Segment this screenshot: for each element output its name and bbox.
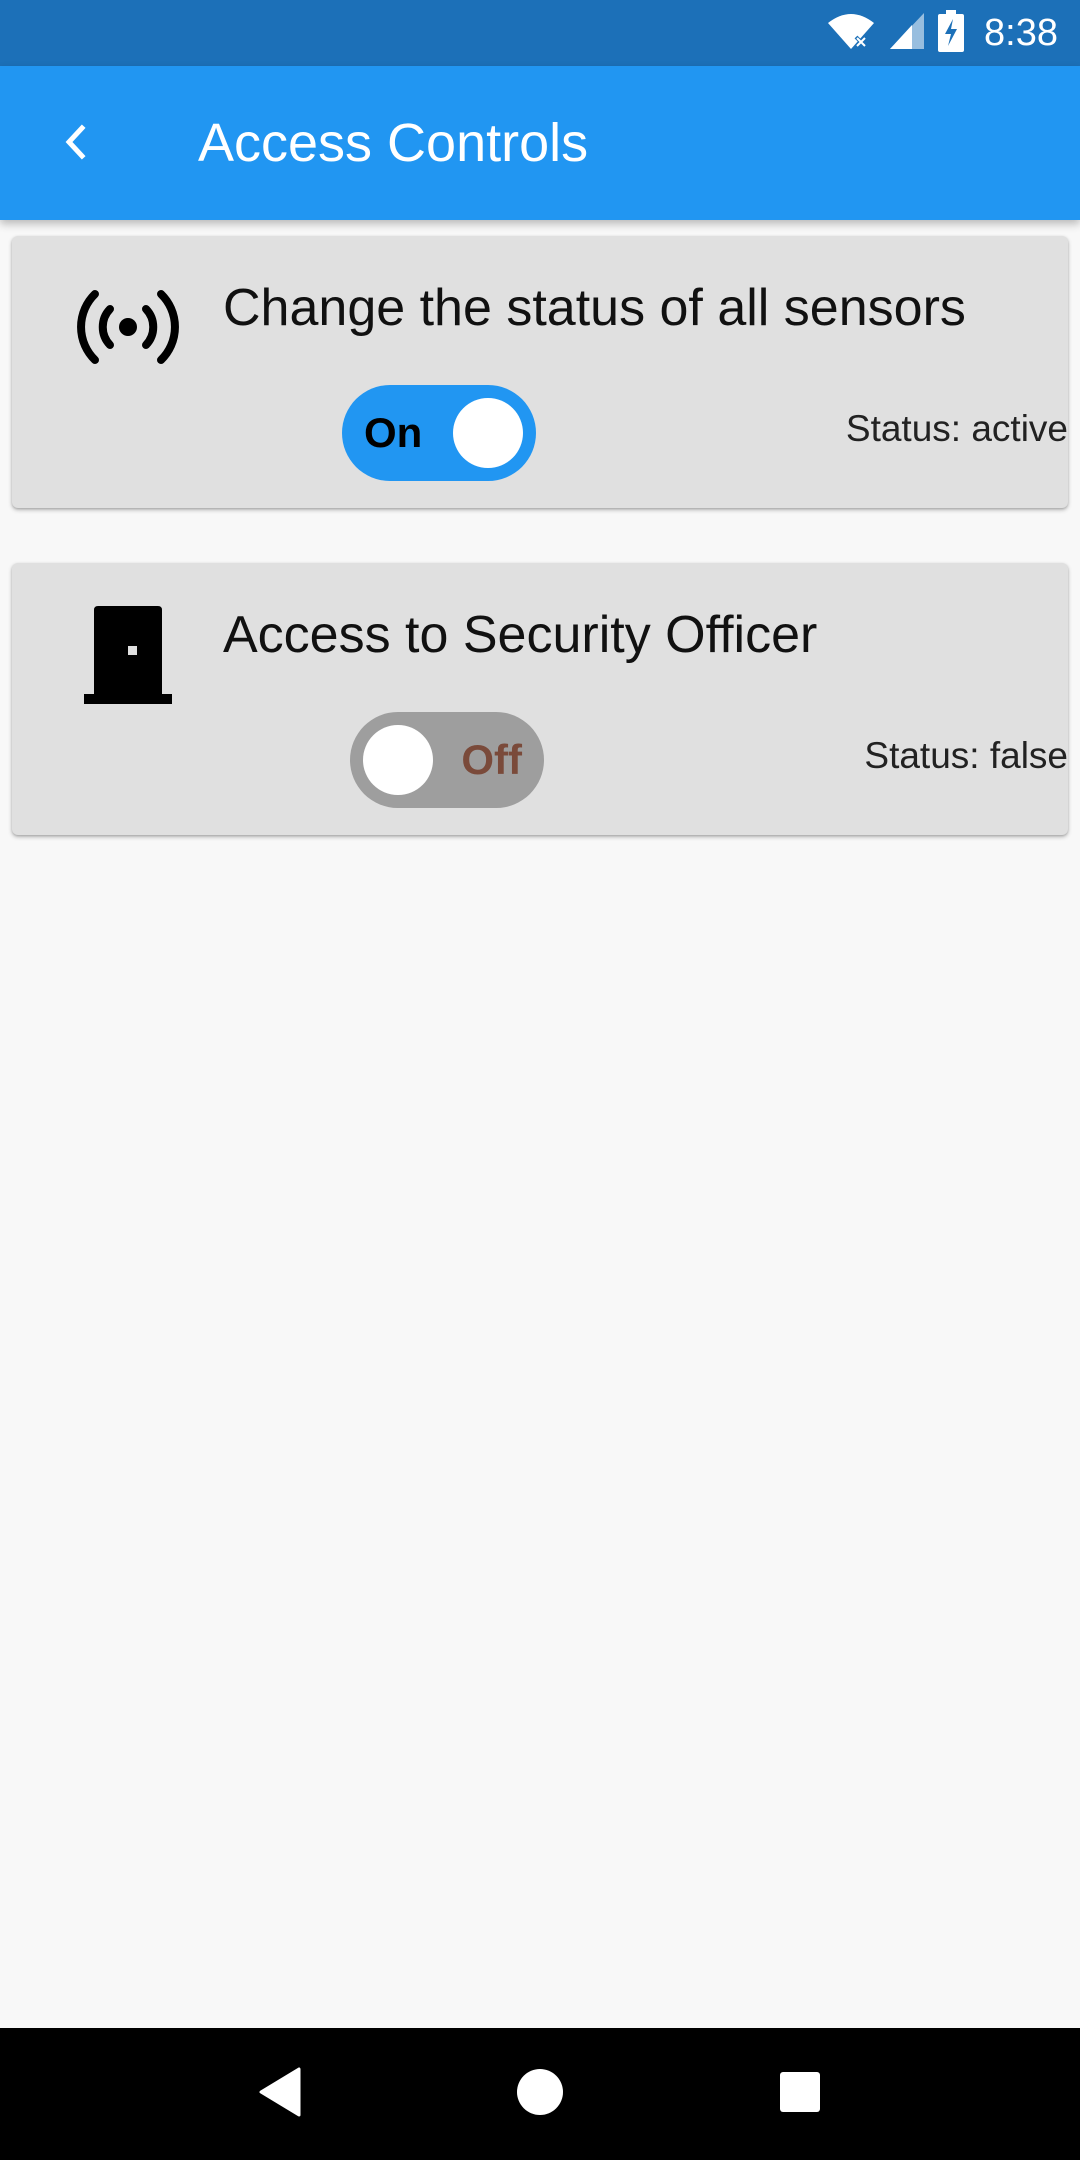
card-sensors: Change the status of all sensors On Stat… <box>12 236 1068 508</box>
status-text: Status: active <box>845 408 1068 449</box>
status-bar: 8:38 <box>0 0 1080 66</box>
sensors-icon <box>60 272 196 382</box>
screen: 8:38 Access Controls Change the status o… <box>0 0 1080 2160</box>
toggle-label: Off <box>461 736 522 783</box>
card-title: Change the status of all sensors <box>223 279 966 337</box>
nav-recents-button[interactable] <box>760 2054 840 2134</box>
home-circle-icon <box>515 2067 565 2122</box>
card-security-officer: Access to Security Officer Off Status: f… <box>12 563 1068 835</box>
status-icons: 8:38 <box>826 0 1058 66</box>
nav-home-button[interactable] <box>500 2054 580 2134</box>
navigation-bar <box>0 2028 1080 2160</box>
recents-square-icon <box>778 2070 822 2119</box>
back-button[interactable] <box>40 109 110 179</box>
back-triangle-icon <box>257 2067 303 2122</box>
security-officer-toggle[interactable]: Off <box>350 712 544 808</box>
sensors-toggle[interactable]: On <box>342 385 536 481</box>
battery-charging-icon <box>938 9 965 57</box>
status-text: Status: false <box>864 735 1068 776</box>
toggle-knob <box>363 725 433 795</box>
app-bar: Access Controls <box>0 66 1080 220</box>
page-title: Access Controls <box>198 113 589 173</box>
card-title: Access to Security Officer <box>223 606 818 664</box>
door-icon <box>60 599 196 709</box>
signal-icon <box>888 11 926 56</box>
status-time: 8:38 <box>984 11 1058 54</box>
toggle-label: On <box>364 409 423 456</box>
wifi-icon <box>826 11 876 56</box>
toggle-knob <box>453 398 523 468</box>
chevron-left-icon <box>60 122 90 167</box>
nav-back-button[interactable] <box>240 2054 320 2134</box>
